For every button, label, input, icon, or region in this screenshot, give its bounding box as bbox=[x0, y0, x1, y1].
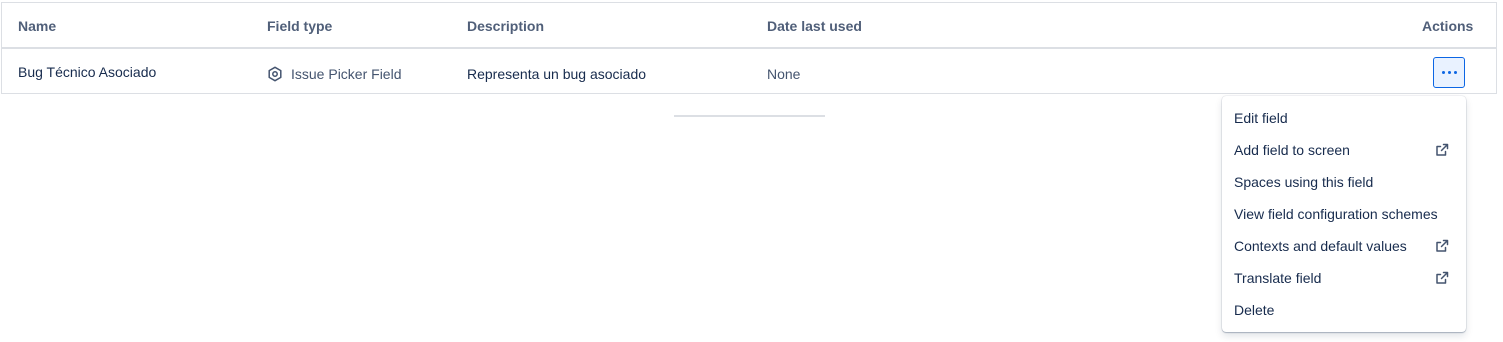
actions-dropdown-menu: Edit field Add field to screen Spaces us… bbox=[1222, 96, 1466, 332]
menu-item-label: Add field to screen bbox=[1234, 142, 1350, 158]
column-header-name[interactable]: Name bbox=[18, 18, 56, 34]
menu-item-view-field-configuration-schemes[interactable]: View field configuration schemes bbox=[1222, 198, 1466, 230]
column-header-actions: Actions bbox=[1422, 18, 1474, 34]
menu-item-label: Spaces using this field bbox=[1234, 174, 1374, 190]
field-description-cell: Representa un bug asociado bbox=[467, 66, 647, 82]
menu-item-edit-field[interactable]: Edit field bbox=[1222, 102, 1466, 134]
external-link-icon bbox=[1436, 271, 1449, 284]
menu-item-label: Edit field bbox=[1234, 110, 1288, 126]
field-type-cell: Issue Picker Field bbox=[267, 66, 401, 82]
menu-item-add-field-to-screen[interactable]: Add field to screen bbox=[1222, 134, 1466, 166]
menu-item-translate-field[interactable]: Translate field bbox=[1222, 262, 1466, 294]
hexagon-gear-icon bbox=[268, 66, 282, 82]
external-link-icon bbox=[1436, 143, 1449, 156]
more-horizontal-icon bbox=[1441, 71, 1457, 74]
date-last-used-cell: None bbox=[767, 66, 801, 82]
more-actions-button[interactable] bbox=[1433, 57, 1465, 88]
external-link-icon bbox=[1436, 239, 1449, 252]
menu-item-label: Delete bbox=[1234, 302, 1275, 318]
menu-item-contexts-and-default-values[interactable]: Contexts and default values bbox=[1222, 230, 1466, 262]
menu-item-label: View field configuration schemes bbox=[1234, 206, 1438, 222]
menu-item-delete[interactable]: Delete bbox=[1222, 294, 1466, 326]
field-name-cell: Bug Técnico Asociado bbox=[18, 64, 157, 80]
menu-item-label: Translate field bbox=[1234, 270, 1322, 286]
column-header-description[interactable]: Description bbox=[467, 18, 544, 34]
table-row: Bug Técnico Asociado Issue Picker Field … bbox=[2, 49, 1496, 94]
column-header-date-last-used[interactable]: Date last used bbox=[767, 18, 862, 34]
column-header-field-type[interactable]: Field type bbox=[267, 18, 332, 34]
menu-item-spaces-using-field[interactable]: Spaces using this field bbox=[1222, 166, 1466, 198]
table-header-row: Name Field type Description Date last us… bbox=[2, 3, 1496, 49]
menu-item-label: Contexts and default values bbox=[1234, 238, 1407, 254]
scroll-indicator bbox=[674, 115, 825, 117]
field-type-label: Issue Picker Field bbox=[291, 66, 402, 82]
custom-fields-table: Name Field type Description Date last us… bbox=[1, 2, 1497, 94]
